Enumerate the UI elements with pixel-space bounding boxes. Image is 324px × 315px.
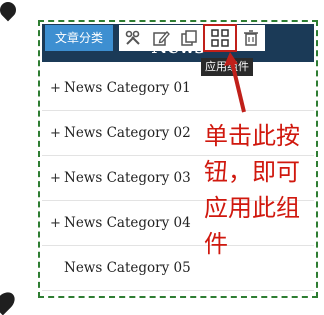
annotation-text: 单击此按钮，即可应用此组件 (204, 122, 300, 258)
